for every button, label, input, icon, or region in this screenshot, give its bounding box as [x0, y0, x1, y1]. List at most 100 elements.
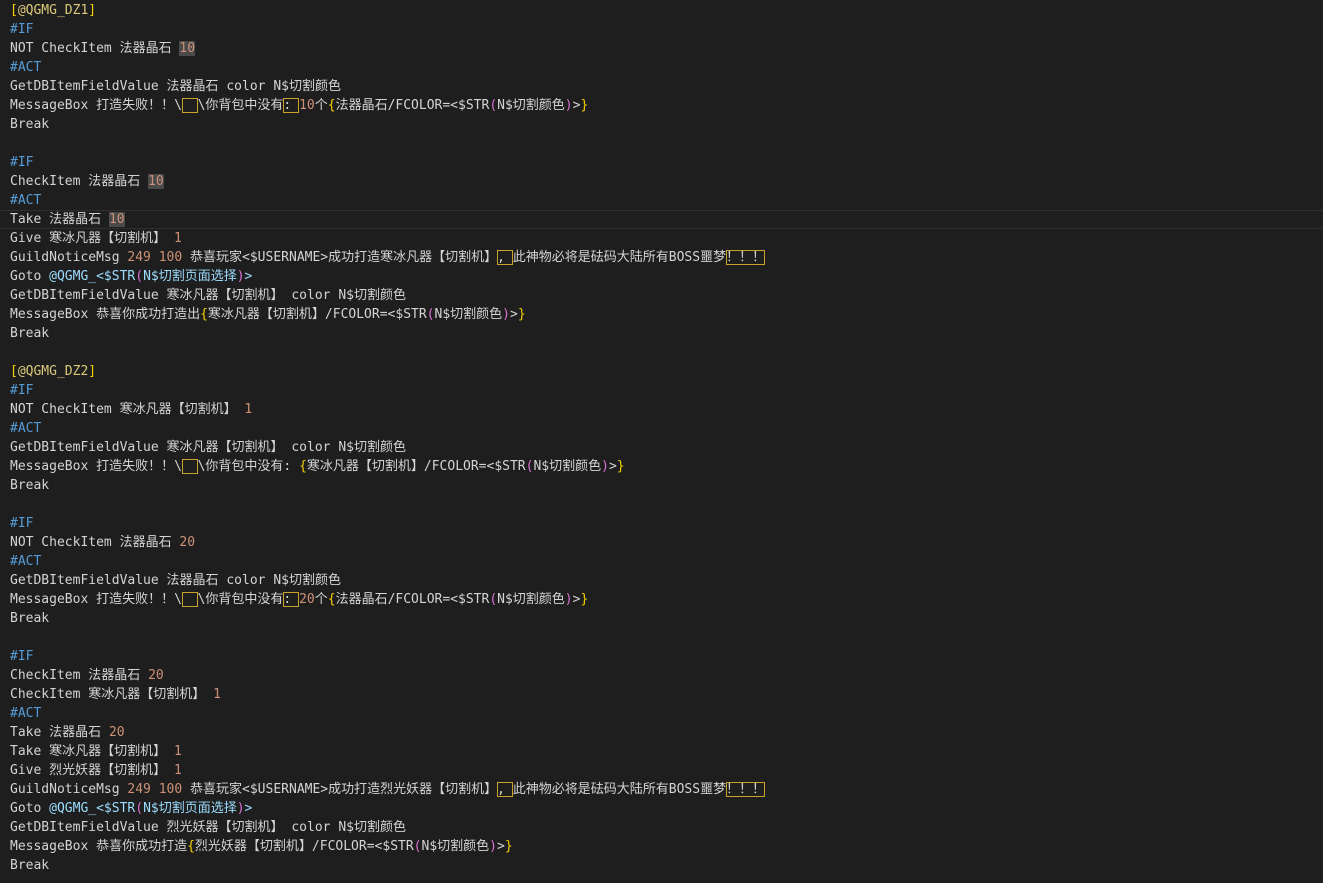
code-line[interactable]: Break: [0, 115, 1323, 134]
code-token: {: [200, 307, 208, 322]
code-line[interactable]: NOT CheckItem 法器晶石 20: [0, 533, 1323, 552]
code-line[interactable]: MessageBox 打造失败！！\ \你背包中没有: 20个{法器晶石/FCO…: [0, 590, 1323, 609]
code-token: :: [283, 592, 300, 607]
code-line[interactable]: GetDBItemFieldValue 法器晶石 color N$切割颜色: [0, 77, 1323, 96]
code-line[interactable]: Give 烈光妖器【切割机】 1: [0, 761, 1323, 780]
code-line[interactable]: #IF: [0, 20, 1323, 39]
code-token: MessageBox 恭喜你成功打造: [10, 839, 188, 854]
code-token: #ACT: [10, 554, 42, 569]
code-line[interactable]: [0, 134, 1323, 153]
code-line[interactable]: CheckItem 寒冰凡器【切割机】 1: [0, 685, 1323, 704]
code-token: 249 100: [127, 250, 183, 265]
code-line[interactable]: [@QGMG_DZ1]: [0, 1, 1323, 20]
code-line[interactable]: MessageBox 恭喜你成功打造出{寒冰凡器【切割机】/FCOLOR=<$S…: [0, 305, 1323, 324]
code-line[interactable]: NOT CheckItem 寒冰凡器【切割机】 1: [0, 400, 1323, 419]
code-token: ): [236, 269, 245, 284]
code-token: [: [10, 364, 18, 379]
code-token: 此神物必将是砝码大陆所有BOSS噩梦: [512, 250, 727, 265]
code-token: ): [489, 839, 497, 854]
code-line[interactable]: #IF: [0, 514, 1323, 533]
code-token: GetDBItemFieldValue 法器晶石 color N$切割颜色: [10, 573, 341, 588]
code-token: Take 寒冰凡器【切割机】: [10, 744, 174, 759]
code-token: \你背包中没有: [197, 592, 284, 607]
code-token: 1: [213, 687, 221, 702]
code-line[interactable]: MessageBox 打造失败！！\ \你背包中没有: {寒冰凡器【切割机】/F…: [0, 457, 1323, 476]
code-token: ！！！: [726, 782, 766, 797]
code-token: 1: [173, 763, 182, 778]
code-token: N$切割颜色: [533, 459, 602, 474]
code-line[interactable]: Break: [0, 476, 1323, 495]
code-token: #ACT: [10, 421, 42, 436]
code-token: (: [489, 592, 498, 607]
code-token: CheckItem 法器晶石: [10, 668, 149, 683]
code-line[interactable]: GetDBItemFieldValue 寒冰凡器【切割机】 color N$切割…: [0, 438, 1323, 457]
code-token: 10: [299, 98, 315, 113]
code-token: 20: [108, 725, 125, 740]
code-area[interactable]: [@QGMG_DZ1] #IF NOT CheckItem 法器晶石 10 #ACT G…: [0, 1, 1323, 875]
code-token: >: [244, 801, 253, 816]
code-line[interactable]: #ACT: [0, 704, 1323, 723]
code-token: 此神物必将是砝码大陆所有BOSS噩梦: [512, 782, 727, 797]
code-line[interactable]: CheckItem 法器晶石 20: [0, 666, 1323, 685]
code-line[interactable]: Break: [0, 609, 1323, 628]
code-token: }: [616, 459, 625, 474]
code-line[interactable]: Goto @QGMG_<$STR(N$切割页面选择)>: [0, 267, 1323, 286]
code-line[interactable]: [@QGMG_DZ2]: [0, 362, 1323, 381]
code-line[interactable]: GetDBItemFieldValue 烈光妖器【切割机】 color N$切割…: [0, 818, 1323, 837]
code-line[interactable]: Break: [0, 856, 1323, 875]
code-line[interactable]: [0, 495, 1323, 514]
code-line[interactable]: Take 法器晶石 10: [0, 210, 1323, 229]
code-token: GuildNoticeMsg: [10, 782, 128, 797]
code-token: Goto: [10, 801, 50, 816]
code-token: }: [504, 839, 513, 854]
code-line[interactable]: [0, 628, 1323, 647]
code-token: CheckItem 法器晶石: [10, 174, 149, 189]
code-token: 20: [299, 592, 315, 607]
code-line[interactable]: #ACT: [0, 552, 1323, 571]
code-line[interactable]: Take 法器晶石 20: [0, 723, 1323, 742]
code-token: ): [564, 98, 573, 113]
code-line[interactable]: #ACT: [0, 58, 1323, 77]
code-line[interactable]: [0, 343, 1323, 362]
code-line[interactable]: #IF: [0, 381, 1323, 400]
code-line[interactable]: NOT CheckItem 法器晶石 10: [0, 39, 1323, 58]
code-line[interactable]: #IF: [0, 647, 1323, 666]
code-line[interactable]: GuildNoticeMsg 249 100 恭喜玩家<$USERNAME>成功…: [0, 780, 1323, 799]
code-token: {: [187, 839, 195, 854]
code-line[interactable]: #ACT: [0, 419, 1323, 438]
code-line[interactable]: CheckItem 法器晶石 10: [0, 172, 1323, 191]
code-token: #ACT: [10, 706, 42, 721]
code-token: ): [502, 307, 510, 322]
code-token: Break: [10, 326, 50, 341]
code-line[interactable]: Take 寒冰凡器【切割机】 1: [0, 742, 1323, 761]
code-line[interactable]: GetDBItemFieldValue 法器晶石 color N$切割颜色: [0, 571, 1323, 590]
code-token: ): [564, 592, 573, 607]
code-line[interactable]: #IF: [0, 153, 1323, 172]
code-line[interactable]: Goto @QGMG_<$STR(N$切割页面选择)>: [0, 799, 1323, 818]
code-token: 1: [173, 231, 182, 246]
code-token: Break: [10, 611, 50, 626]
code-line[interactable]: GetDBItemFieldValue 寒冰凡器【切割机】 color N$切割…: [0, 286, 1323, 305]
code-token: GetDBItemFieldValue 法器晶石 color N$切割颜色: [10, 79, 341, 94]
code-line[interactable]: #ACT: [0, 191, 1323, 210]
code-token: ): [236, 801, 245, 816]
code-token: }: [580, 592, 589, 607]
code-token: ！！！: [726, 250, 766, 265]
code-line[interactable]: GuildNoticeMsg 249 100 恭喜玩家<$USERNAME>成功…: [0, 248, 1323, 267]
code-editor[interactable]: [@QGMG_DZ1] #IF NOT CheckItem 法器晶石 10 #ACT G…: [0, 0, 1323, 883]
code-line[interactable]: Break: [0, 324, 1323, 343]
code-token: GetDBItemFieldValue 寒冰凡器【切割机】 color N$切割…: [10, 440, 406, 455]
code-token: (: [489, 98, 498, 113]
code-token: 1: [244, 402, 253, 417]
code-token: GetDBItemFieldValue 烈光妖器【切割机】 color N$切割…: [10, 820, 406, 835]
code-token: [181, 592, 198, 607]
code-token: Break: [10, 858, 50, 873]
code-token: 恭喜玩家<$USERNAME>成功打造寒冰凡器【切割机】: [182, 250, 498, 265]
code-line[interactable]: MessageBox 恭喜你成功打造{烈光妖器【切割机】/FCOLOR=<$ST…: [0, 837, 1323, 856]
code-token: MessageBox 打造失败！！\: [10, 98, 182, 113]
code-token: 寒冰凡器【切割机】/FCOLOR=<$STR: [306, 459, 526, 474]
code-line[interactable]: Give 寒冰凡器【切割机】 1: [0, 229, 1323, 248]
code-line[interactable]: MessageBox 打造失败！！\ \你背包中没有: 10个{法器晶石/FCO…: [0, 96, 1323, 115]
code-token: (: [426, 307, 435, 322]
code-token: {: [327, 98, 336, 113]
